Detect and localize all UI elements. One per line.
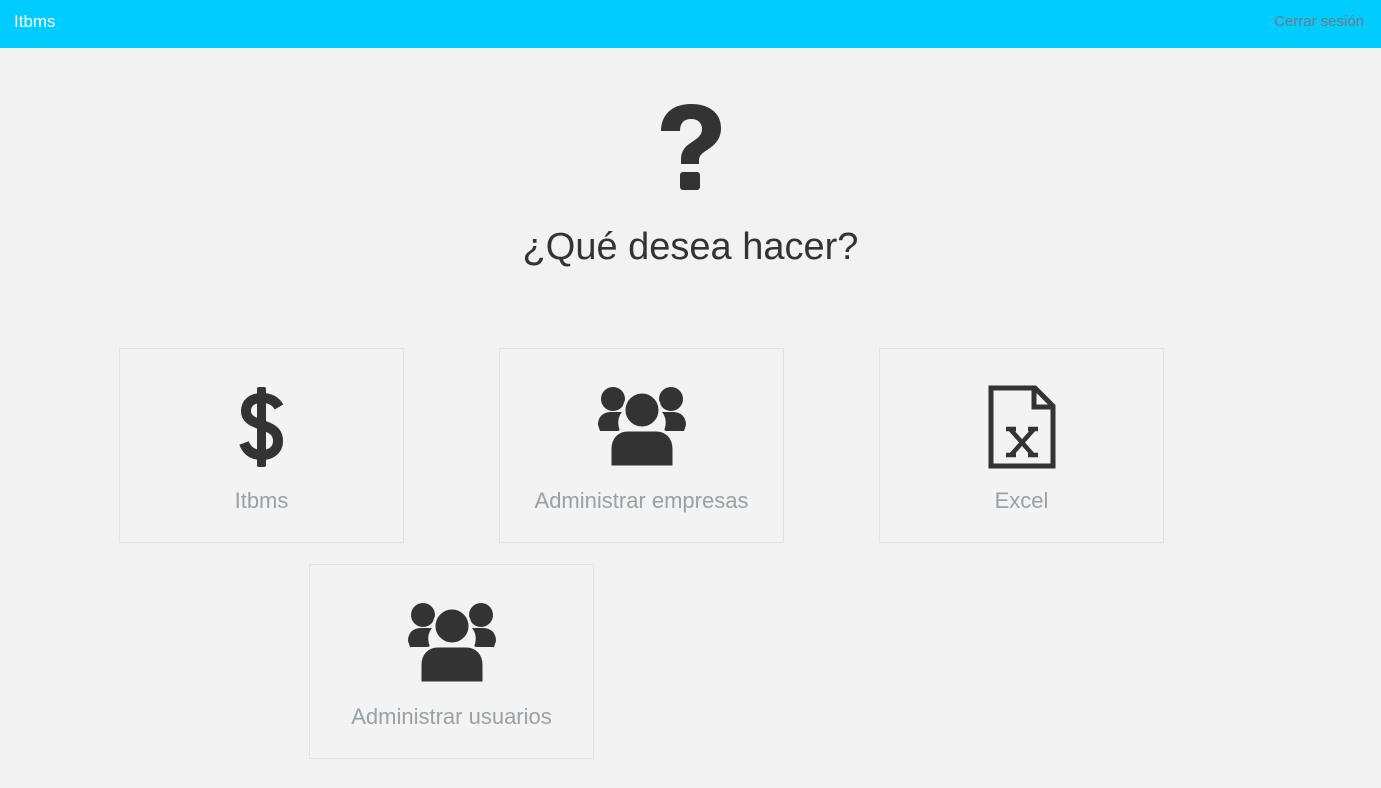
manage-users-tile[interactable]: Administrar usuarios	[309, 564, 594, 759]
file-excel-icon	[987, 385, 1057, 469]
tile-label: Itbms	[234, 488, 289, 513]
manage-companies-tile[interactable]: Administrar empresas	[499, 348, 784, 543]
question-icon	[656, 100, 726, 192]
tile-label: Administrar usuarios	[351, 704, 552, 729]
users-icon	[407, 601, 496, 685]
tile-label: Excel	[994, 488, 1049, 513]
page-title: ¿Qué desea hacer?	[522, 226, 859, 268]
tile-label: Administrar empresas	[534, 488, 749, 513]
top-navbar: Itbms Cerrar sesión	[0, 0, 1381, 48]
brand-link[interactable]: Itbms	[14, 12, 56, 32]
logout-link[interactable]: Cerrar sesión	[1274, 13, 1364, 30]
excel-tile[interactable]: Excel	[879, 348, 1164, 543]
itbms-tile[interactable]: Itbms	[119, 348, 404, 543]
users-icon	[597, 385, 686, 469]
dollar-icon	[237, 385, 287, 469]
